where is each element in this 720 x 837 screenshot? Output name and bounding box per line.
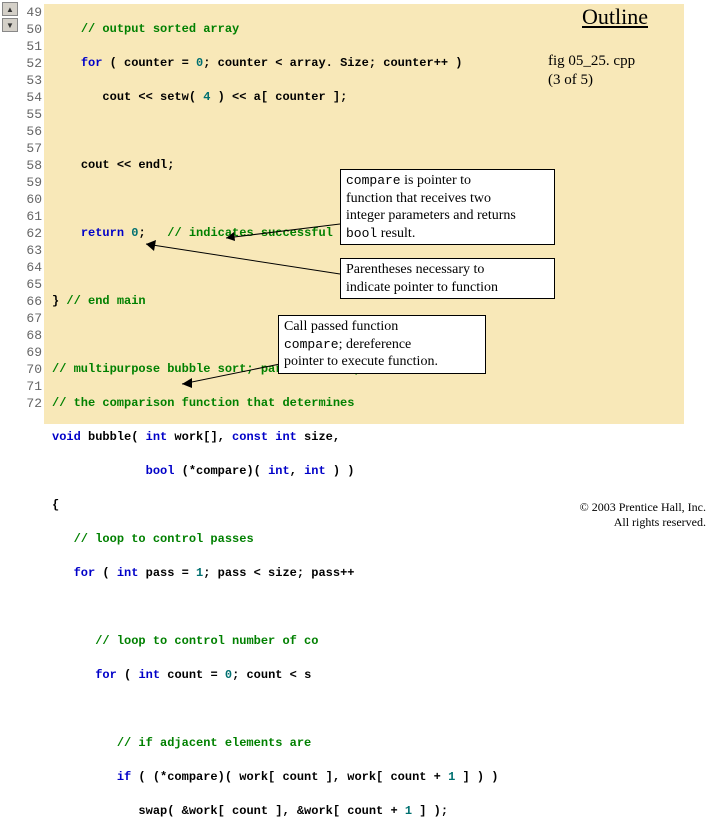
copyright-footer: © 2003 Prentice Hall, Inc. All rights re… — [580, 500, 706, 530]
line-number: 66 — [18, 293, 42, 310]
callout-call-passed-fn: Call passed function compare; dereferenc… — [278, 315, 486, 374]
line-number: 68 — [18, 327, 42, 344]
outline-title: Outline — [582, 4, 708, 30]
callout-arrow-icon — [176, 360, 284, 390]
line-number: 51 — [18, 38, 42, 55]
scroll-down-arrow[interactable]: ▼ — [2, 18, 18, 32]
line-number: 53 — [18, 72, 42, 89]
line-number: 57 — [18, 140, 42, 157]
callout-parentheses: Parentheses necessary to indicate pointe… — [340, 258, 555, 299]
line-number: 58 — [18, 157, 42, 174]
line-number: 69 — [18, 344, 42, 361]
line-number: 55 — [18, 106, 42, 123]
scroll-up-arrow[interactable]: ▲ — [2, 2, 18, 16]
line-number: 52 — [18, 55, 42, 72]
line-number: 62 — [18, 225, 42, 242]
line-number: 49 — [18, 4, 42, 21]
scroll-arrows: ▲ ▼ — [2, 2, 18, 32]
line-number: 50 — [18, 21, 42, 38]
line-number: 56 — [18, 123, 42, 140]
line-number-gutter: 4950515253545556575859606162636465666768… — [18, 4, 42, 412]
line-number: 60 — [18, 191, 42, 208]
outline-panel: Outline fig 05_25. cpp (3 of 5) — [548, 4, 708, 90]
outline-file-name: fig 05_25. cpp (3 of 5) — [548, 52, 708, 90]
line-number: 61 — [18, 208, 42, 225]
line-number: 70 — [18, 361, 42, 378]
line-number: 71 — [18, 378, 42, 395]
callout-arrow-icon — [140, 238, 344, 280]
line-number: 67 — [18, 310, 42, 327]
line-number: 59 — [18, 174, 42, 191]
line-number: 54 — [18, 89, 42, 106]
line-number: 64 — [18, 259, 42, 276]
callout-compare-pointer: compare is pointer to function that rece… — [340, 169, 555, 245]
line-number: 65 — [18, 276, 42, 293]
line-number: 72 — [18, 395, 42, 412]
line-number: 63 — [18, 242, 42, 259]
